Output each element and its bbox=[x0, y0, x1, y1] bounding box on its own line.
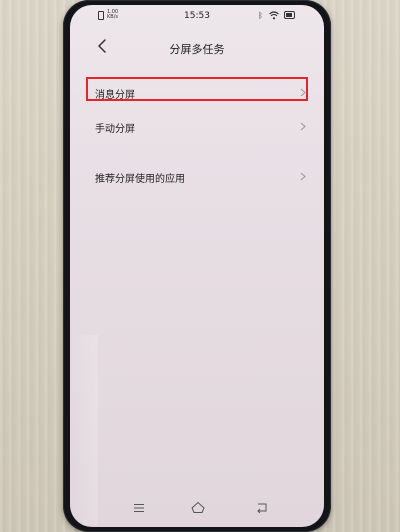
wifi-icon bbox=[269, 11, 279, 20]
page-title: 分屏多任务 bbox=[169, 43, 225, 56]
phone-frame: 1.00 KB/s 15:53 ᛒ 分屏多任务 消息分屏 手动分屏 推荐分屏使用… bbox=[63, 0, 331, 532]
page-header: 分屏多任务 bbox=[70, 35, 324, 59]
status-bar: 1.00 KB/s 15:53 ᛒ bbox=[70, 5, 324, 27]
home-icon[interactable] bbox=[191, 501, 205, 514]
navigation-bar bbox=[70, 491, 324, 527]
chevron-right-icon bbox=[300, 88, 306, 97]
phone-screen: 1.00 KB/s 15:53 ᛒ 分屏多任务 消息分屏 手动分屏 推荐分屏使用… bbox=[70, 5, 324, 527]
status-right: ᛒ bbox=[258, 10, 298, 22]
battery-icon bbox=[284, 11, 295, 19]
list-item-message-split[interactable]: 消息分屏 bbox=[70, 77, 324, 107]
back-arrow-icon[interactable] bbox=[256, 502, 268, 513]
list-item-label: 消息分屏 bbox=[95, 90, 135, 101]
menu-icon[interactable] bbox=[133, 503, 145, 513]
list-item-label: 手动分屏 bbox=[95, 124, 135, 135]
chevron-right-icon bbox=[300, 172, 306, 181]
list-item-label: 推荐分屏使用的应用 bbox=[95, 174, 185, 185]
bluetooth-icon: ᛒ bbox=[258, 11, 263, 20]
list-item-recommended-apps[interactable]: 推荐分屏使用的应用 bbox=[70, 161, 324, 191]
list-item-manual-split[interactable]: 手动分屏 bbox=[70, 111, 324, 141]
chevron-right-icon bbox=[300, 122, 306, 131]
